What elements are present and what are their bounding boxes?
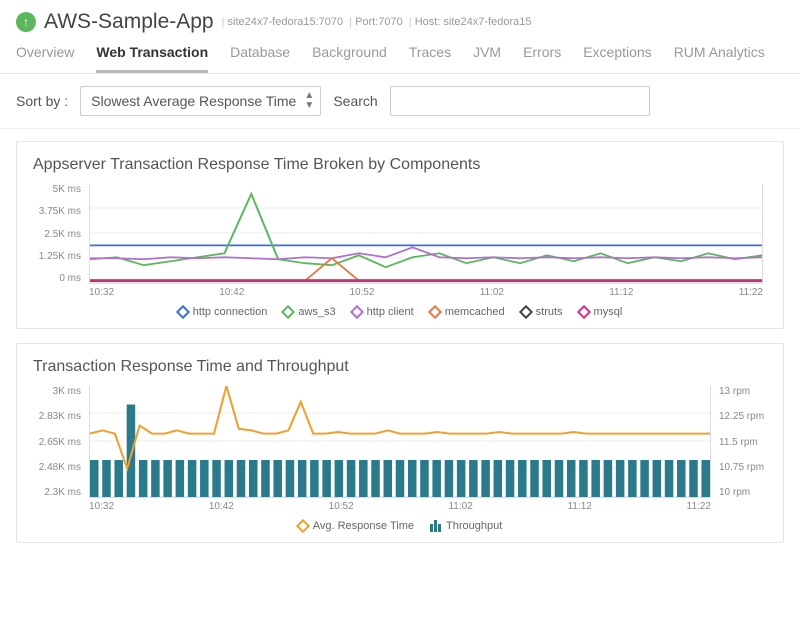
meta-host: Host: site24x7-fedora15 — [409, 16, 532, 28]
chart2-y2-axis: 13 rpm12.25 rpm11.5 rpm10.75 rpm10 rpm — [715, 386, 767, 498]
legend-struts[interactable]: struts — [521, 306, 563, 318]
chart1-x-axis: 10:3210:4210:5211:0211:1211:22 — [89, 284, 763, 298]
legend-avg-response-time[interactable]: Avg. Response Time — [298, 520, 414, 532]
legend-mysql[interactable]: mysql — [579, 306, 623, 318]
chevron-updown-icon: ▲▼ — [304, 91, 314, 111]
chart1-title: Appserver Transaction Response Time Brok… — [33, 156, 767, 174]
legend-http-client[interactable]: http client — [352, 306, 414, 318]
meta-instance: site24x7-fedora15:7070 — [222, 16, 344, 28]
app-header: ↑ AWS-Sample-App site24x7-fedora15:7070 … — [0, 0, 800, 40]
sort-select[interactable]: Slowest Average Response Time ▲▼ — [80, 86, 321, 116]
search-input[interactable] — [390, 86, 650, 116]
legend-memcached[interactable]: memcached — [430, 306, 505, 318]
chart2-plot[interactable] — [89, 386, 711, 498]
tab-traces[interactable]: Traces — [409, 44, 451, 73]
search-label: Search — [333, 93, 377, 109]
tab-web-transaction[interactable]: Web Transaction — [96, 44, 208, 73]
chart2-legend: Avg. Response Time Throughput — [33, 520, 767, 532]
chart2-x-axis: 10:3210:4210:5211:0211:1211:22 — [89, 498, 711, 512]
legend-aws-s3[interactable]: aws_s3 — [283, 306, 335, 318]
app-title: AWS-Sample-App — [44, 10, 214, 34]
app-status-icon: ↑ — [16, 12, 36, 32]
chart2-title: Transaction Response Time and Throughput — [33, 358, 767, 376]
chart1-y-axis: 5K ms3.75K ms2.5K ms1.25K ms0 ms — [33, 184, 85, 284]
legend-throughput[interactable]: Throughput — [430, 520, 502, 532]
content: Appserver Transaction Response Time Brok… — [0, 129, 800, 619]
app-meta: site24x7-fedora15:7070 Port:7070 Host: s… — [222, 16, 532, 28]
tab-exceptions[interactable]: Exceptions — [583, 44, 651, 73]
chart1-legend: http connection aws_s3 http client memcache… — [33, 306, 767, 318]
sort-label: Sort by : — [16, 93, 68, 109]
chart2-y-axis: 3K ms2.83K ms2.65K ms2.48K ms2.3K ms — [33, 386, 85, 498]
tab-errors[interactable]: Errors — [523, 44, 561, 73]
tab-background[interactable]: Background — [312, 44, 387, 73]
sort-value: Slowest Average Response Time — [91, 93, 296, 109]
tab-database[interactable]: Database — [230, 44, 290, 73]
tab-rum-analytics[interactable]: RUM Analytics — [674, 44, 765, 73]
legend-http-connection[interactable]: http connection — [178, 306, 268, 318]
tab-overview[interactable]: Overview — [16, 44, 74, 73]
tab-bar: Overview Web Transaction Database Backgroun… — [0, 40, 800, 74]
tab-jvm[interactable]: JVM — [473, 44, 501, 73]
chart-card-components: Appserver Transaction Response Time Brok… — [16, 141, 784, 329]
filter-toolbar: Sort by : Slowest Average Response Time … — [0, 74, 800, 129]
meta-port: Port:7070 — [349, 16, 403, 28]
chart1-plot[interactable] — [89, 184, 763, 284]
chart-card-throughput: Transaction Response Time and Throughput… — [16, 343, 784, 543]
